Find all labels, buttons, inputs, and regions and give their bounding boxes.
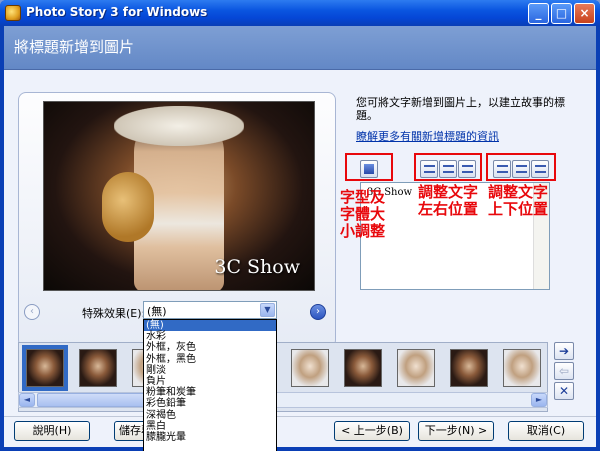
effects-selected-value: (無) <box>147 305 167 318</box>
effects-option[interactable]: 剛淡 <box>144 365 276 376</box>
thumbnail[interactable] <box>79 349 117 387</box>
thumbnail[interactable] <box>26 349 64 387</box>
annotation-vertical: 調整文字上下位置 <box>488 183 549 218</box>
effects-option[interactable]: 負片 <box>144 376 276 387</box>
back-button[interactable]: < 上一步(B) <box>334 421 410 441</box>
effects-option[interactable]: 彩色鉛筆 <box>144 398 276 409</box>
annotation-horizontal: 調整文字左右位置 <box>418 183 479 218</box>
effects-option[interactable]: 水彩 <box>144 331 276 342</box>
effects-label: 特殊效果(E): <box>82 307 146 320</box>
effects-dropdown-list[interactable]: (無) 水彩 外框，灰色 外框，黑色 剛淡 負片 粉筆和炭筆 彩色鉛筆 深褐色 … <box>143 319 277 451</box>
scroll-right-icon[interactable]: ► <box>531 393 547 407</box>
align-bottom-button[interactable] <box>531 160 549 178</box>
photo-preview: 3C Show <box>43 101 315 291</box>
effects-option[interactable]: 粉筆和炭筆 <box>144 387 276 398</box>
maximize-button[interactable]: □ <box>551 3 572 24</box>
align-middle-icon <box>516 165 527 173</box>
align-top-icon <box>497 165 508 173</box>
effects-option[interactable]: 黑白 <box>144 421 276 432</box>
align-bottom-icon <box>535 165 546 173</box>
app-window: Photo Story 3 for Windows _ □ × 將標題新增到圖片… <box>0 0 600 451</box>
footer-divider <box>4 416 596 417</box>
thumbnail[interactable] <box>503 349 541 387</box>
minimize-button[interactable]: _ <box>528 3 549 24</box>
filmstrip-scrollbar[interactable]: ◄ ► <box>18 392 548 408</box>
help-button[interactable]: 說明(H) <box>14 421 90 441</box>
effects-option[interactable]: 外框，黑色 <box>144 354 276 365</box>
move-right-button[interactable]: ➔ <box>554 342 574 360</box>
thumbnail[interactable] <box>291 349 329 387</box>
close-button[interactable]: × <box>574 3 595 24</box>
effects-option[interactable]: 朦朧光暈 <box>144 432 276 443</box>
photo-story-icon <box>5 5 21 21</box>
align-top-button[interactable] <box>493 160 511 178</box>
page-header: 將標題新增到圖片 <box>4 26 596 70</box>
page-title: 將標題新增到圖片 <box>14 38 135 56</box>
align-left-icon <box>424 165 435 173</box>
previous-photo-icon[interactable]: ‹ <box>24 304 40 320</box>
effects-dropdown[interactable]: (無) ▼ <box>143 301 277 319</box>
thumbnail[interactable] <box>397 349 435 387</box>
learn-more-link[interactable]: 瞭解更多有關新增標題的資訊 <box>356 128 499 144</box>
scroll-left-icon[interactable]: ◄ <box>19 393 35 407</box>
font-button[interactable] <box>360 160 378 178</box>
next-button[interactable]: 下一步(N) > <box>418 421 494 441</box>
photo-glove <box>102 172 154 242</box>
align-right-icon <box>462 165 473 173</box>
effects-option[interactable]: 深褐色 <box>144 410 276 421</box>
next-photo-icon[interactable]: › <box>310 304 326 320</box>
align-center-button[interactable] <box>439 160 457 178</box>
annotation-font: 字型及字體大小調整 <box>340 188 386 240</box>
instruction-text: 您可將文字新增到圖片上，以建立故事的標題。 <box>356 96 565 122</box>
font-icon <box>364 164 374 174</box>
thumbnail[interactable] <box>450 349 488 387</box>
title-bar: Photo Story 3 for Windows _ □ × <box>0 0 600 26</box>
photo-title-overlay: 3C Show <box>214 256 300 278</box>
effects-option[interactable]: (無) <box>144 320 276 332</box>
align-middle-button[interactable] <box>512 160 530 178</box>
thumbnail[interactable] <box>344 349 382 387</box>
move-left-button[interactable]: ⇦ <box>554 362 574 380</box>
align-right-button[interactable] <box>458 160 476 178</box>
delete-photo-button[interactable]: ✕ <box>554 382 574 400</box>
window-title: Photo Story 3 for Windows <box>26 5 208 19</box>
wizard-body: 將標題新增到圖片 3C Show ‹ › 特殊效果(E): (無) ▼ (無) … <box>4 26 596 451</box>
cancel-button[interactable]: 取消(C) <box>508 421 584 441</box>
photo-hat <box>114 106 244 146</box>
effects-option[interactable]: 外框，灰色 <box>144 342 276 353</box>
align-center-icon <box>443 165 454 173</box>
chevron-down-icon[interactable]: ▼ <box>260 303 275 317</box>
align-left-button[interactable] <box>420 160 438 178</box>
